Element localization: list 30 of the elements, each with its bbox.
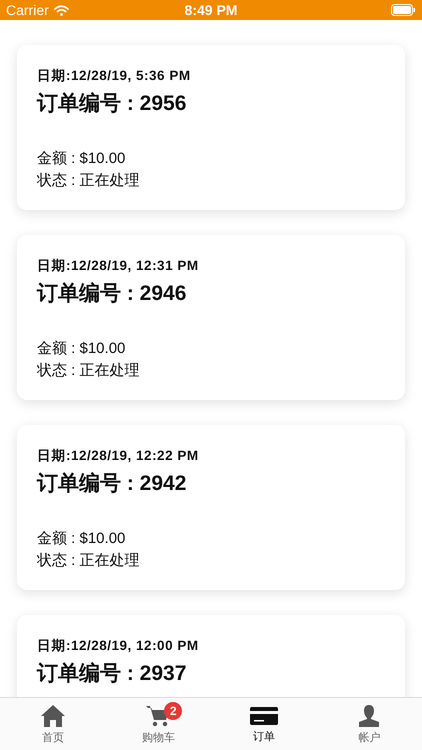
order-number: 订单编号 : 2956 xyxy=(37,91,188,117)
order-card[interactable]: 日期:12/28/19, 5:36 PM 订单编号 : 2956 金额 : $10.00 状态 : 正在处理 xyxy=(17,45,405,210)
order-date: 日期:12/28/19, 12:22 PM xyxy=(37,447,200,465)
order-amount: 金额 : $10.00 xyxy=(37,149,126,169)
tab-bar-item[interactable]: 首页 xyxy=(0,698,106,750)
order-number: 订单编号 : 2942 xyxy=(37,471,188,497)
carrier-label: Carrier xyxy=(6,2,49,18)
order-date: 日期:12/28/19, 12:31 PM xyxy=(37,257,200,275)
tab-bar-item[interactable]: 订单 xyxy=(211,698,316,750)
home-icon xyxy=(40,704,66,728)
order-card[interactable]: 日期:12/28/19, 12:31 PM 订单编号 : 2946 金额 : $10.00 状态 : 正在处理 xyxy=(17,235,405,400)
tab-bar-item[interactable]: 购物车 2 xyxy=(106,698,211,750)
order-number: 订单编号 : 2946 xyxy=(37,281,188,307)
status-time: 8:49 PM xyxy=(184,2,238,18)
order-card[interactable]: 日期:12/28/19, 12:00 PM 订单编号 : 2937 xyxy=(17,615,405,697)
battery-icon xyxy=(391,4,416,16)
order-date: 日期:12/28/19, 12:00 PM xyxy=(37,637,200,655)
order-amount: 金额 : $10.00 xyxy=(37,529,126,549)
order-date: 日期:12/28/19, 5:36 PM xyxy=(37,67,192,85)
wifi-icon xyxy=(54,4,69,16)
order-status: 状态 : 正在处理 xyxy=(37,361,141,381)
order-number: 订单编号 : 2937 xyxy=(37,661,188,687)
order-status: 状态 : 正在处理 xyxy=(37,171,141,191)
person-icon xyxy=(357,704,382,728)
order-card[interactable]: 日期:12/28/19, 12:22 PM 订单编号 : 2942 金额 : $10.00 状态 : 正在处理 xyxy=(17,425,405,590)
cart-count-badge: 2 xyxy=(164,702,182,720)
credit-card-icon xyxy=(250,704,278,726)
order-status: 状态 : 正在处理 xyxy=(37,551,141,571)
tab-bar-item[interactable]: 帐户 xyxy=(316,698,422,750)
order-amount: 金额 : $10.00 xyxy=(37,339,126,359)
